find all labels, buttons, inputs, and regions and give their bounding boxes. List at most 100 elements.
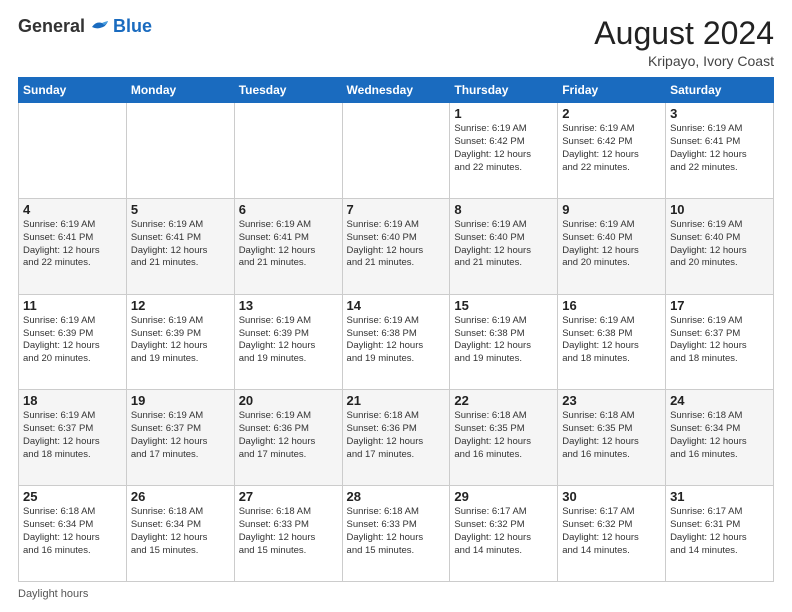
day-info: Sunrise: 6:19 AM Sunset: 6:41 PM Dayligh… [239, 219, 338, 270]
day-info: Sunrise: 6:19 AM Sunset: 6:41 PM Dayligh… [23, 219, 122, 270]
day-info: Sunrise: 6:18 AM Sunset: 6:34 PM Dayligh… [131, 506, 230, 557]
calendar-week-4: 25 Sunrise: 6:18 AM Sunset: 6:34 PM Dayli… [19, 486, 774, 582]
day-info: Sunrise: 6:19 AM Sunset: 6:42 PM Dayligh… [454, 123, 553, 174]
day-number: 4 [23, 202, 122, 217]
calendar-cell-3-4: 22Sunrise: 6:18 AM Sunset: 6:35 PM Dayli… [450, 390, 558, 486]
calendar-cell-1-1: 5Sunrise: 6:19 AM Sunset: 6:41 PM Daylig… [126, 198, 234, 294]
day-info: Sunrise: 6:19 AM Sunset: 6:40 PM Dayligh… [562, 219, 661, 270]
day-info: Sunrise: 6:19 AM Sunset: 6:41 PM Dayligh… [131, 219, 230, 270]
logo-general: General [18, 16, 85, 37]
calendar-cell-0-2 [234, 103, 342, 199]
day-info: Sunrise: 6:19 AM Sunset: 6:40 PM Dayligh… [454, 219, 553, 270]
calendar-cell-4-0: 25 Sunrise: 6:18 AM Sunset: 6:34 PM Dayli… [19, 486, 127, 582]
calendar-cell-2-2: 13 Sunrise: 6:19 AM Sunset: 6:39 PM Dayli… [234, 294, 342, 390]
calendar-cell-2-4: 15Sunrise: 6:19 AM Sunset: 6:38 PM Dayli… [450, 294, 558, 390]
calendar-header-saturday: Saturday [666, 78, 774, 103]
footer-label: Daylight hours [18, 588, 88, 600]
day-number: 2 [562, 106, 661, 121]
logo: General Blue [18, 16, 152, 37]
calendar-header-thursday: Thursday [450, 78, 558, 103]
day-number: 10 [670, 202, 769, 217]
day-info: Sunrise: 6:19 AM Sunset: 6:41 PM Dayligh… [670, 123, 769, 174]
calendar-cell-1-5: 9 Sunrise: 6:19 AM Sunset: 6:40 PM Daylig… [558, 198, 666, 294]
header: General Blue August 2024 Kripayo, Ivory … [18, 16, 774, 69]
calendar-cell-0-0 [19, 103, 127, 199]
day-number: 1 [454, 106, 553, 121]
calendar-cell-4-4: 29 Sunrise: 6:17 AM Sunset: 6:32 PM Dayli… [450, 486, 558, 582]
calendar-cell-4-1: 26Sunrise: 6:18 AM Sunset: 6:34 PM Dayli… [126, 486, 234, 582]
day-info: Sunrise: 6:19 AM Sunset: 6:37 PM Dayligh… [670, 315, 769, 366]
day-info: Sunrise: 6:17 AM Sunset: 6:32 PM Dayligh… [454, 506, 553, 557]
day-info: Sunrise: 6:19 AM Sunset: 6:37 PM Dayligh… [23, 410, 122, 461]
day-number: 20 [239, 393, 338, 408]
calendar-cell-2-3: 14 Sunrise: 6:19 AM Sunset: 6:38 PM Dayli… [342, 294, 450, 390]
calendar-cell-0-3 [342, 103, 450, 199]
logo-bird-icon [88, 19, 110, 35]
calendar-table: SundayMondayTuesdayWednesdayThursdayFrid… [18, 77, 774, 582]
day-info: Sunrise: 6:18 AM Sunset: 6:33 PM Dayligh… [239, 506, 338, 557]
calendar-cell-4-5: 30 Sunrise: 6:17 AM Sunset: 6:32 PM Dayli… [558, 486, 666, 582]
day-number: 24 [670, 393, 769, 408]
calendar-cell-0-5: 2Sunrise: 6:19 AM Sunset: 6:42 PM Daylig… [558, 103, 666, 199]
day-info: Sunrise: 6:19 AM Sunset: 6:39 PM Dayligh… [23, 315, 122, 366]
day-info: Sunrise: 6:19 AM Sunset: 6:39 PM Dayligh… [131, 315, 230, 366]
day-info: Sunrise: 6:17 AM Sunset: 6:32 PM Dayligh… [562, 506, 661, 557]
day-number: 15 [454, 298, 553, 313]
title-block: August 2024 Kripayo, Ivory Coast [594, 16, 774, 69]
calendar-cell-2-5: 16Sunrise: 6:19 AM Sunset: 6:38 PM Dayli… [558, 294, 666, 390]
calendar-cell-1-2: 6Sunrise: 6:19 AM Sunset: 6:41 PM Daylig… [234, 198, 342, 294]
day-number: 27 [239, 489, 338, 504]
footer: Daylight hours [18, 588, 774, 600]
calendar-cell-1-6: 10 Sunrise: 6:19 AM Sunset: 6:40 PM Dayli… [666, 198, 774, 294]
day-number: 9 [562, 202, 661, 217]
day-info: Sunrise: 6:19 AM Sunset: 6:37 PM Dayligh… [131, 410, 230, 461]
day-number: 18 [23, 393, 122, 408]
day-number: 30 [562, 489, 661, 504]
calendar-cell-3-5: 23Sunrise: 6:18 AM Sunset: 6:35 PM Dayli… [558, 390, 666, 486]
calendar-cell-0-1 [126, 103, 234, 199]
day-info: Sunrise: 6:19 AM Sunset: 6:40 PM Dayligh… [670, 219, 769, 270]
day-number: 28 [347, 489, 446, 504]
day-info: Sunrise: 6:19 AM Sunset: 6:40 PM Dayligh… [347, 219, 446, 270]
calendar-cell-2-6: 17 Sunrise: 6:19 AM Sunset: 6:37 PM Dayli… [666, 294, 774, 390]
calendar-cell-1-0: 4 Sunrise: 6:19 AM Sunset: 6:41 PM Daylig… [19, 198, 127, 294]
location: Kripayo, Ivory Coast [594, 53, 774, 69]
day-number: 29 [454, 489, 553, 504]
calendar-header-monday: Monday [126, 78, 234, 103]
month-year: August 2024 [594, 16, 774, 51]
calendar-cell-3-2: 20 Sunrise: 6:19 AM Sunset: 6:36 PM Dayli… [234, 390, 342, 486]
day-number: 25 [23, 489, 122, 504]
day-number: 12 [131, 298, 230, 313]
day-number: 31 [670, 489, 769, 504]
calendar-week-2: 11Sunrise: 6:19 AM Sunset: 6:39 PM Dayli… [19, 294, 774, 390]
calendar-week-0: 1 Sunrise: 6:19 AM Sunset: 6:42 PM Daylig… [19, 103, 774, 199]
day-number: 21 [347, 393, 446, 408]
day-info: Sunrise: 6:18 AM Sunset: 6:33 PM Dayligh… [347, 506, 446, 557]
calendar-cell-2-1: 12 Sunrise: 6:19 AM Sunset: 6:39 PM Dayli… [126, 294, 234, 390]
day-info: Sunrise: 6:18 AM Sunset: 6:34 PM Dayligh… [23, 506, 122, 557]
day-number: 22 [454, 393, 553, 408]
page: General Blue August 2024 Kripayo, Ivory … [0, 0, 792, 612]
calendar-week-1: 4 Sunrise: 6:19 AM Sunset: 6:41 PM Daylig… [19, 198, 774, 294]
day-info: Sunrise: 6:19 AM Sunset: 6:38 PM Dayligh… [562, 315, 661, 366]
calendar-cell-4-2: 27 Sunrise: 6:18 AM Sunset: 6:33 PM Dayli… [234, 486, 342, 582]
day-number: 13 [239, 298, 338, 313]
calendar-cell-0-4: 1 Sunrise: 6:19 AM Sunset: 6:42 PM Daylig… [450, 103, 558, 199]
day-info: Sunrise: 6:19 AM Sunset: 6:36 PM Dayligh… [239, 410, 338, 461]
day-number: 3 [670, 106, 769, 121]
day-number: 7 [347, 202, 446, 217]
calendar-header-wednesday: Wednesday [342, 78, 450, 103]
calendar-cell-4-3: 28 Sunrise: 6:18 AM Sunset: 6:33 PM Dayli… [342, 486, 450, 582]
calendar-header-row: SundayMondayTuesdayWednesdayThursdayFrid… [19, 78, 774, 103]
calendar-cell-1-3: 7 Sunrise: 6:19 AM Sunset: 6:40 PM Daylig… [342, 198, 450, 294]
calendar-cell-2-0: 11Sunrise: 6:19 AM Sunset: 6:39 PM Dayli… [19, 294, 127, 390]
day-number: 14 [347, 298, 446, 313]
day-info: Sunrise: 6:19 AM Sunset: 6:39 PM Dayligh… [239, 315, 338, 366]
calendar-week-3: 18 Sunrise: 6:19 AM Sunset: 6:37 PM Dayli… [19, 390, 774, 486]
calendar-cell-3-3: 21Sunrise: 6:18 AM Sunset: 6:36 PM Dayli… [342, 390, 450, 486]
day-number: 19 [131, 393, 230, 408]
calendar-cell-3-1: 19 Sunrise: 6:19 AM Sunset: 6:37 PM Dayli… [126, 390, 234, 486]
day-info: Sunrise: 6:18 AM Sunset: 6:35 PM Dayligh… [562, 410, 661, 461]
day-number: 17 [670, 298, 769, 313]
day-info: Sunrise: 6:19 AM Sunset: 6:38 PM Dayligh… [347, 315, 446, 366]
